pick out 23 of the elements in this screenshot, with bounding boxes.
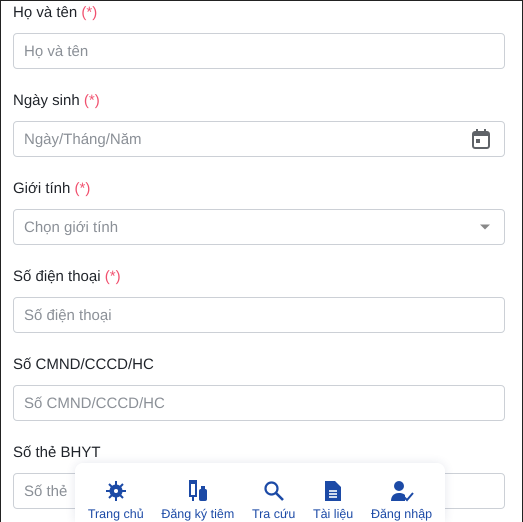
input-field[interactable]: Số CMND/CCCD/HC bbox=[13, 385, 505, 421]
wheel-icon bbox=[104, 480, 127, 502]
nav-item[interactable]: Tài liệu bbox=[312, 480, 354, 522]
nav-item[interactable]: Đăng nhập bbox=[370, 480, 432, 522]
field-label: Họ và tên (*) bbox=[13, 3, 98, 23]
date-field[interactable]: Ngày/Tháng/Năm bbox=[13, 121, 505, 157]
caret-icon bbox=[480, 224, 490, 230]
nav-item[interactable]: Trang chủ bbox=[88, 480, 144, 522]
calendar-icon[interactable] bbox=[472, 129, 490, 149]
field-label: Số thẻ BHYT bbox=[13, 443, 101, 463]
user-check-icon bbox=[390, 480, 414, 502]
field-label: Giới tính (*) bbox=[13, 179, 90, 199]
nav-item[interactable]: Đăng ký tiêm bbox=[161, 478, 234, 522]
input-field[interactable]: Họ và tên bbox=[13, 33, 505, 69]
input-field[interactable]: Số điện thoại bbox=[13, 297, 505, 333]
search-icon bbox=[262, 480, 285, 502]
field-label: Ngày sinh (*) bbox=[13, 91, 100, 111]
document-icon bbox=[324, 480, 342, 502]
nav-item[interactable]: Tra cứu bbox=[252, 480, 296, 522]
gender-select[interactable]: Chọn giới tính bbox=[13, 209, 505, 245]
field-label: Số CMND/CCCD/HC bbox=[13, 355, 154, 375]
field-label: Số điện thoại (*) bbox=[13, 267, 121, 287]
syringe-vial-icon bbox=[186, 478, 209, 502]
